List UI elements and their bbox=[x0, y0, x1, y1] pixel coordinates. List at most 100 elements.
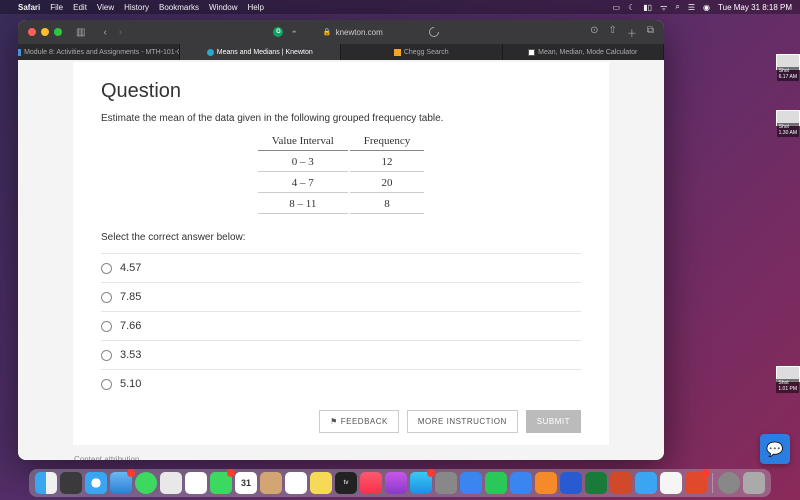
dock-numbers-icon[interactable] bbox=[485, 472, 507, 494]
question-heading: Question bbox=[101, 80, 581, 103]
dock-music-icon[interactable] bbox=[360, 472, 382, 494]
tab-bar: Module 8: Activities and Assignments - M… bbox=[18, 44, 664, 60]
status-datetime[interactable]: Tue May 31 8:18 PM bbox=[718, 3, 792, 12]
select-answer-prompt: Select the correct answer below: bbox=[101, 232, 581, 243]
tab-favicon-icon bbox=[18, 49, 21, 56]
submit-button[interactable]: SUBMIT bbox=[526, 410, 581, 433]
answer-option[interactable]: 3.53 bbox=[101, 340, 581, 369]
dock-keynote-icon[interactable] bbox=[510, 472, 532, 494]
dock-photos-icon[interactable] bbox=[185, 472, 207, 494]
card-actions: ⚑FEEDBACK MORE INSTRUCTION SUBMIT bbox=[101, 410, 581, 433]
status-search-icon[interactable]: ⌕ bbox=[675, 2, 679, 12]
dock-trash-icon[interactable] bbox=[743, 472, 765, 494]
answer-label: 5.10 bbox=[120, 378, 141, 390]
radio-icon bbox=[101, 379, 112, 390]
table-row: 0 – 312 bbox=[258, 153, 424, 172]
dock-app-icon[interactable] bbox=[635, 472, 657, 494]
question-prompt: Estimate the mean of the data given in t… bbox=[101, 113, 581, 124]
status-battery-icon[interactable]: ▮▯ bbox=[643, 3, 652, 12]
dock-excel-icon[interactable] bbox=[585, 472, 607, 494]
radio-icon bbox=[101, 321, 112, 332]
back-button[interactable]: ‹ bbox=[103, 27, 106, 38]
menu-view[interactable]: View bbox=[97, 3, 114, 12]
tab-label: Chegg Search bbox=[404, 49, 449, 56]
menu-history[interactable]: History bbox=[124, 3, 149, 12]
sidebar-toggle-icon[interactable]: ▥ bbox=[76, 27, 85, 38]
new-tab-icon[interactable]: ＋ bbox=[627, 25, 637, 40]
dock-downloads-icon[interactable] bbox=[718, 472, 740, 494]
forward-button[interactable]: › bbox=[119, 27, 122, 38]
menu-bookmarks[interactable]: Bookmarks bbox=[159, 3, 199, 12]
status-wifi-icon[interactable]: ᯤ bbox=[660, 2, 667, 13]
tabs-overview-icon[interactable]: ⧉ bbox=[647, 25, 654, 40]
dock-notes-icon[interactable] bbox=[310, 472, 332, 494]
status-siri-icon[interactable]: ◉ bbox=[703, 3, 710, 12]
tab-module8[interactable]: Module 8: Activities and Assignments - M… bbox=[18, 44, 180, 60]
answer-option[interactable]: 7.85 bbox=[101, 282, 581, 311]
status-dnd-icon[interactable]: ☾ bbox=[628, 3, 635, 12]
safari-window: ▥ ‹ › G ◓ 🔒 knewton.com ⊙ ⇧ ＋ ⧉ Module 8… bbox=[18, 20, 664, 460]
radio-icon bbox=[101, 263, 112, 274]
dock-app-icon[interactable] bbox=[660, 472, 682, 494]
downloads-icon[interactable]: ⊙ bbox=[590, 25, 598, 40]
dock-calendar-icon[interactable]: 31 bbox=[235, 472, 257, 494]
dock-messages-icon[interactable] bbox=[135, 472, 157, 494]
lock-icon: 🔒 bbox=[323, 28, 332, 36]
feedback-button[interactable]: ⚑FEEDBACK bbox=[319, 410, 399, 433]
dock-word-icon[interactable] bbox=[560, 472, 582, 494]
dock-tv-icon[interactable]: tv bbox=[335, 472, 357, 494]
chat-icon: 💬 bbox=[766, 441, 783, 458]
tab-label: Mean, Median, Mode Calculator bbox=[538, 49, 637, 56]
answer-option[interactable]: 4.57 bbox=[101, 253, 581, 282]
tab-calculator[interactable]: Mean, Median, Mode Calculator bbox=[503, 44, 665, 60]
tab-knewton[interactable]: Means and Medians | Knewton bbox=[180, 44, 342, 60]
share-icon[interactable]: ⇧ bbox=[608, 25, 616, 40]
more-instruction-button[interactable]: MORE INSTRUCTION bbox=[407, 410, 518, 433]
menu-edit[interactable]: Edit bbox=[73, 3, 87, 12]
menu-app-name[interactable]: Safari bbox=[18, 3, 40, 12]
dock-appstore-icon[interactable] bbox=[410, 472, 432, 494]
dock-reminders-icon[interactable] bbox=[285, 472, 307, 494]
dock-facetime-icon[interactable] bbox=[210, 472, 232, 494]
tab-chegg[interactable]: Chegg Search bbox=[341, 44, 503, 60]
tab-label: Module 8: Activities and Assignments - M… bbox=[24, 49, 179, 56]
dock-powerpoint-icon[interactable] bbox=[610, 472, 632, 494]
dock-mail-icon[interactable] bbox=[110, 472, 132, 494]
status-screen-icon[interactable]: ▭ bbox=[613, 3, 621, 12]
table-row: 4 – 720 bbox=[258, 174, 424, 193]
close-button[interactable] bbox=[28, 28, 36, 36]
menu-help[interactable]: Help bbox=[247, 3, 263, 12]
menu-window[interactable]: Window bbox=[209, 3, 237, 12]
screenshot-thumb[interactable]: Shot6.17 AM bbox=[776, 54, 800, 70]
screenshot-thumb[interactable]: Shot1.01 PM bbox=[776, 366, 800, 382]
dock-safari-icon[interactable] bbox=[85, 472, 107, 494]
address-bar[interactable]: 🔒 knewton.com bbox=[323, 28, 383, 37]
dock-podcasts-icon[interactable] bbox=[385, 472, 407, 494]
macos-menubar: Safari File Edit View History Bookmarks … bbox=[0, 0, 800, 14]
screenshot-thumb[interactable]: Shot1.30 AM bbox=[776, 110, 800, 126]
answer-label: 7.85 bbox=[120, 291, 141, 303]
minimize-button[interactable] bbox=[41, 28, 49, 36]
reload-button[interactable] bbox=[427, 25, 441, 39]
answer-label: 7.66 bbox=[120, 320, 141, 332]
content-attribution[interactable]: Content attribution bbox=[74, 455, 664, 460]
grammarly-extension-icon[interactable]: G bbox=[273, 27, 283, 37]
dock-maps-icon[interactable] bbox=[160, 472, 182, 494]
dock-contacts-icon[interactable] bbox=[260, 472, 282, 494]
dock-launchpad-icon[interactable] bbox=[60, 472, 82, 494]
dock-canvas-icon[interactable] bbox=[685, 472, 707, 494]
maximize-button[interactable] bbox=[54, 28, 62, 36]
answer-option[interactable]: 7.66 bbox=[101, 311, 581, 340]
dock-zoom-icon[interactable] bbox=[460, 472, 482, 494]
privacy-shield-icon[interactable]: ◓ bbox=[291, 27, 296, 37]
answer-option[interactable]: 5.10 bbox=[101, 369, 581, 398]
dock-pages-icon[interactable] bbox=[535, 472, 557, 494]
dock-settings-icon[interactable] bbox=[435, 472, 457, 494]
window-titlebar: ▥ ‹ › G ◓ 🔒 knewton.com ⊙ ⇧ ＋ ⧉ bbox=[18, 20, 664, 44]
menu-file[interactable]: File bbox=[50, 3, 63, 12]
tab-label: Means and Medians | Knewton bbox=[217, 49, 313, 56]
dock-finder-icon[interactable] bbox=[35, 472, 57, 494]
table-row: 8 – 118 bbox=[258, 195, 424, 214]
chat-fab-button[interactable]: 💬 bbox=[760, 434, 790, 464]
status-control-center-icon[interactable]: ☰ bbox=[688, 3, 695, 12]
